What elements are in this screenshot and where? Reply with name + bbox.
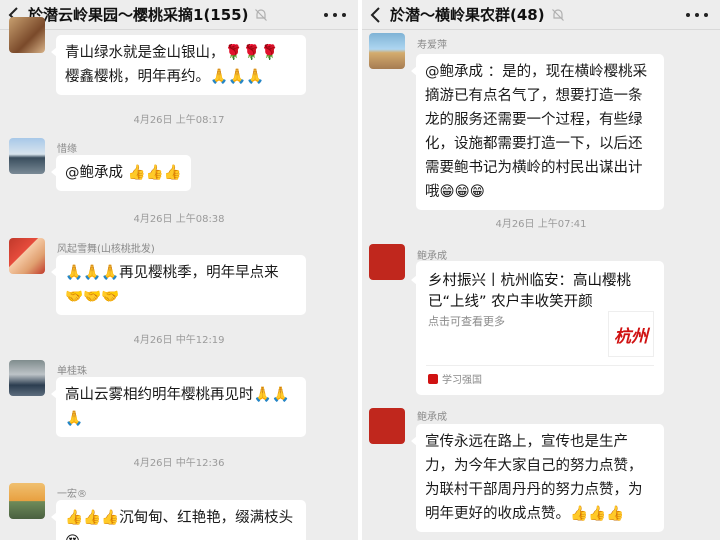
message-bubble[interactable]: 👍👍👍沉甸甸、红艳艳，缀满枝头 😍 — [51, 500, 306, 540]
divider — [426, 365, 654, 366]
card-title: 乡村振兴丨杭州临安：高山樱桃已“上线” 农户丰收笑开颜 — [428, 273, 631, 310]
bell-off-icon — [551, 8, 564, 21]
chat-title: 於潜云岭果园～樱桃采摘1(155) — [28, 6, 249, 24]
avatar[interactable] — [369, 408, 405, 444]
message-text: @鲍承成 👍👍👍 — [65, 165, 182, 181]
chat-title: 於潜～横岭果农群(48) — [390, 6, 545, 24]
message-text: 🙏🙏🙏再见樱桃季，明年早点来 🤝🤝🤝 — [65, 265, 279, 305]
chevron-left-icon — [370, 6, 380, 23]
card-thumbnail: 杭州 — [608, 311, 654, 357]
sender-name: 寿爱萍 — [417, 40, 447, 51]
message-text: @鲍承成 ：是的，现在横岭樱桃采摘游已有点名气了，想要打造一条龙的服务还需要一个… — [425, 64, 648, 200]
avatar[interactable] — [369, 244, 405, 280]
more-dots-icon — [324, 13, 328, 17]
message-list[interactable]: 寿爱萍 @鲍承成 ：是的，现在横岭樱桃采摘游已有点名气了，想要打造一条龙的服务还… — [362, 31, 720, 540]
chat-header: 於潜云岭果园～樱桃采摘1(155) — [0, 0, 358, 30]
more-dots-icon — [686, 13, 690, 17]
sender-name: 鲍承成 — [417, 251, 447, 262]
more-button[interactable] — [686, 6, 708, 24]
source-logo-icon — [428, 373, 438, 384]
message-bubble[interactable]: 🙏🙏🙏再见樱桃季，明年早点来 🤝🤝🤝 — [51, 255, 306, 315]
sender-name: 风起雪舞(山核桃批发) — [57, 244, 155, 255]
sender-name: 鲍承成 — [417, 412, 447, 423]
chat-header: 於潜～横岭果农群(48) — [362, 0, 720, 30]
avatar[interactable] — [9, 238, 45, 274]
timestamp: 4月26日 上午08:38 — [133, 214, 225, 225]
chat-panel-right: 於潜～横岭果农群(48) 寿爱萍 @鲍承成 ：是的，现在横岭樱桃采摘游已有点名气… — [362, 0, 720, 540]
avatar[interactable] — [9, 17, 45, 53]
message-bubble[interactable]: 宣传永远在路上，宣传也是生产力，为今年大家自己的努力点赞，为联村干部周丹丹的努力… — [411, 424, 664, 532]
bell-off-icon — [255, 8, 268, 21]
message-bubble[interactable]: @鲍承成 ：是的，现在横岭樱桃采摘游已有点名气了，想要打造一条龙的服务还需要一个… — [411, 54, 664, 210]
chat-panel-left: 於潜云岭果园～樱桃采摘1(155) 青山绿水就是金山银山，🌹🌹🌹 樱鑫樱桃，明年… — [0, 0, 358, 540]
message-text: 宣传永远在路上，宣传也是生产力，为今年大家自己的努力点赞，为联村干部周丹丹的努力… — [425, 434, 643, 522]
message-text: 高山云雾相约明年樱桃再见时🙏🙏🙏 — [65, 387, 290, 427]
timestamp: 4月26日 中午12:36 — [133, 458, 225, 469]
message-bubble[interactable]: 高山云雾相约明年樱桃再见时🙏🙏🙏 — [51, 377, 306, 437]
sender-name: 一宏® — [57, 489, 87, 500]
timestamp: 4月26日 上午08:17 — [133, 115, 225, 126]
message-list[interactable]: 青山绿水就是金山银山，🌹🌹🌹 樱鑫樱桃，明年再约。🙏🙏🙏 4月26日 上午08:… — [0, 17, 358, 540]
back-button[interactable] — [362, 0, 390, 30]
sender-name: 惜缘 — [57, 144, 77, 155]
message-bubble[interactable]: 青山绿水就是金山银山，🌹🌹🌹 樱鑫樱桃，明年再约。🙏🙏🙏 — [51, 35, 306, 95]
timestamp: 4月26日 中午12:19 — [133, 335, 225, 346]
message-bubble[interactable]: @鲍承成 👍👍👍 — [51, 155, 191, 191]
avatar[interactable] — [9, 483, 45, 519]
message-text: 👍👍👍沉甸甸、红艳艳，缀满枝头 😍 — [65, 510, 294, 540]
card-source: 学习强国 — [428, 371, 482, 386]
source-name: 学习强国 — [442, 375, 482, 386]
sender-name: 单桂珠 — [57, 366, 87, 377]
link-card[interactable]: 乡村振兴丨杭州临安：高山樱桃已“上线” 农户丰收笑开颜 点击可查看更多 杭州 学… — [411, 261, 664, 395]
thumbnail-logo-text: 杭州 — [614, 326, 648, 347]
avatar[interactable] — [369, 33, 405, 69]
avatar[interactable] — [9, 138, 45, 174]
timestamp: 4月26日 上午07:41 — [495, 219, 587, 230]
message-text: 青山绿水就是金山银山，🌹🌹🌹 樱鑫樱桃，明年再约。🙏🙏🙏 — [65, 45, 279, 85]
avatar[interactable] — [9, 360, 45, 396]
card-description: 点击可查看更多 — [428, 315, 505, 328]
more-button[interactable] — [324, 6, 346, 24]
